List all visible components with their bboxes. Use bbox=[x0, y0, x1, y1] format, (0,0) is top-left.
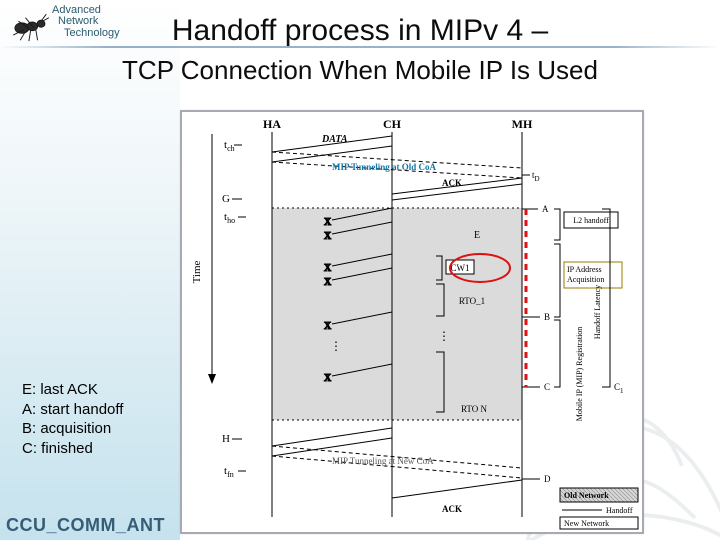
svg-text:New Network: New Network bbox=[564, 519, 609, 528]
col-ch: CH bbox=[383, 117, 402, 131]
svg-text:tho: tho bbox=[224, 211, 235, 225]
svg-text:L2 handoff: L2 handoff bbox=[573, 216, 609, 225]
diagram-key: Old Network Handoff New Network bbox=[560, 488, 638, 529]
svg-text:E: E bbox=[474, 230, 480, 241]
svg-text:Mobile IP (MIP) Registration: Mobile IP (MIP) Registration bbox=[575, 327, 584, 422]
col-mh: MH bbox=[512, 117, 533, 131]
col-ha: HA bbox=[263, 117, 281, 131]
handoff-shade bbox=[272, 208, 522, 420]
legend-box: E: last ACK A: start handoff B: acquisit… bbox=[22, 380, 123, 458]
svg-text:X: X bbox=[324, 373, 332, 384]
svg-text:MIP Tunneling at Old CoA: MIP Tunneling at Old CoA bbox=[332, 162, 437, 172]
svg-text:IP Address: IP Address bbox=[567, 265, 602, 274]
legend-b: B: acquisition bbox=[22, 419, 123, 439]
svg-text:Acquisition: Acquisition bbox=[567, 275, 604, 284]
svg-text:H: H bbox=[222, 433, 230, 445]
svg-text:C: C bbox=[544, 382, 550, 392]
svg-text:Handoff Latency: Handoff Latency bbox=[593, 285, 602, 339]
svg-text:X: X bbox=[324, 321, 332, 332]
brand-logo: Advanced Network Technology bbox=[6, 2, 120, 42]
svg-text:RTO_1: RTO_1 bbox=[459, 296, 485, 306]
svg-text:X: X bbox=[324, 217, 332, 228]
ant-icon bbox=[6, 2, 50, 42]
svg-text:Old Network: Old Network bbox=[564, 491, 609, 500]
svg-text:C1: C1 bbox=[614, 382, 624, 395]
svg-text:CW1: CW1 bbox=[451, 263, 470, 273]
svg-text:D: D bbox=[544, 474, 551, 484]
brand-text: Advanced Network Technology bbox=[52, 5, 120, 40]
time-axis: Time bbox=[191, 260, 203, 283]
svg-text:RTO N: RTO N bbox=[461, 404, 488, 414]
svg-text:tD: tD bbox=[532, 170, 540, 183]
footer-label: CCU_COMM_ANT bbox=[6, 515, 165, 536]
svg-text:tch: tch bbox=[224, 139, 235, 153]
svg-text:G: G bbox=[222, 193, 230, 205]
svg-text:X: X bbox=[324, 277, 332, 288]
svg-text:⋮: ⋮ bbox=[438, 329, 450, 343]
svg-text:Handoff: Handoff bbox=[606, 506, 633, 515]
svg-text:⋮: ⋮ bbox=[330, 339, 342, 353]
legend-c: C: finished bbox=[22, 439, 123, 459]
svg-text:X: X bbox=[324, 263, 332, 274]
svg-text:tfn: tfn bbox=[224, 465, 234, 479]
legend-a: A: start handoff bbox=[22, 400, 123, 420]
legend-e: E: last ACK bbox=[22, 380, 123, 400]
svg-text:A: A bbox=[542, 204, 549, 214]
sequence-diagram: HA CH MH Time tch G tho H tfn DATA MIP T… bbox=[180, 110, 644, 534]
svg-text:DATA: DATA bbox=[321, 134, 348, 145]
svg-text:X: X bbox=[324, 231, 332, 242]
svg-text:B: B bbox=[544, 312, 550, 322]
svg-text:MIP Tunneling at New CoA: MIP Tunneling at New CoA bbox=[332, 456, 434, 466]
svg-text:ACK: ACK bbox=[442, 504, 462, 514]
svg-text:ACK: ACK bbox=[442, 178, 462, 188]
slide-title-line2: TCP Connection When Mobile IP Is Used bbox=[0, 55, 720, 86]
